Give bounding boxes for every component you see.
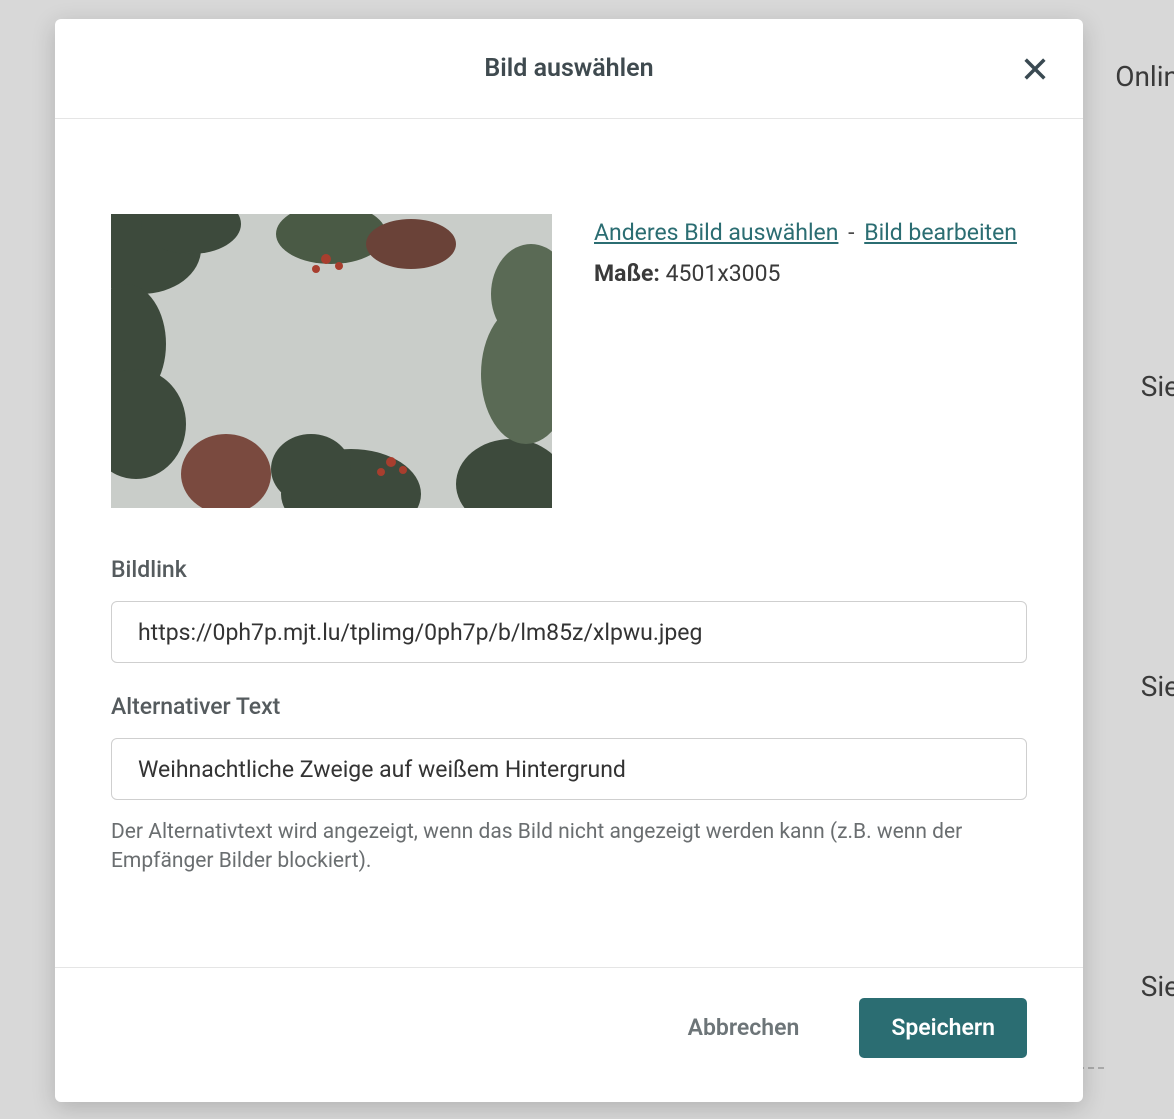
image-preview-row: Anderes Bild auswählen - Bild bearbeiten… <box>111 214 1027 508</box>
image-link-label: Bildlink <box>111 556 1027 583</box>
image-dimensions: Maße: 4501x3005 <box>594 256 1017 293</box>
image-link-field-group: Bildlink <box>111 556 1027 663</box>
close-button[interactable] <box>1015 49 1055 89</box>
bg-text: Sie <box>1141 370 1174 403</box>
alt-text-help: Der Alternativtext wird angezeigt, wenn … <box>111 818 1027 877</box>
image-link-input[interactable] <box>111 601 1027 663</box>
dimensions-label: Maße: <box>594 260 660 287</box>
save-button[interactable]: Speichern <box>859 998 1027 1058</box>
image-meta: Anderes Bild auswählen - Bild bearbeiten… <box>594 214 1017 508</box>
modal-title: Bild auswählen <box>484 54 653 83</box>
bg-text: Onlin <box>1115 60 1174 93</box>
bg-text: Sie <box>1141 970 1174 1003</box>
link-separator: - <box>848 219 854 246</box>
cancel-button[interactable]: Abbrechen <box>656 998 832 1058</box>
modal-header: Bild auswählen <box>55 19 1083 119</box>
modal-body: Anderes Bild auswählen - Bild bearbeiten… <box>55 119 1083 947</box>
alt-text-input[interactable] <box>111 738 1027 800</box>
image-thumbnail <box>111 214 552 508</box>
image-select-modal: Bild auswählen <box>55 19 1083 1102</box>
choose-other-image-link[interactable]: Anderes Bild auswählen <box>594 219 838 246</box>
bg-text: Sie <box>1141 670 1174 703</box>
edit-image-link[interactable]: Bild bearbeiten <box>864 219 1017 246</box>
alt-text-label: Alternativer Text <box>111 693 1027 720</box>
modal-footer: Abbrechen Speichern <box>55 967 1083 1102</box>
close-icon <box>1021 55 1049 83</box>
dimensions-value: 4501x3005 <box>666 260 781 287</box>
alt-text-field-group: Alternativer Text Der Alternativtext wir… <box>111 693 1027 877</box>
